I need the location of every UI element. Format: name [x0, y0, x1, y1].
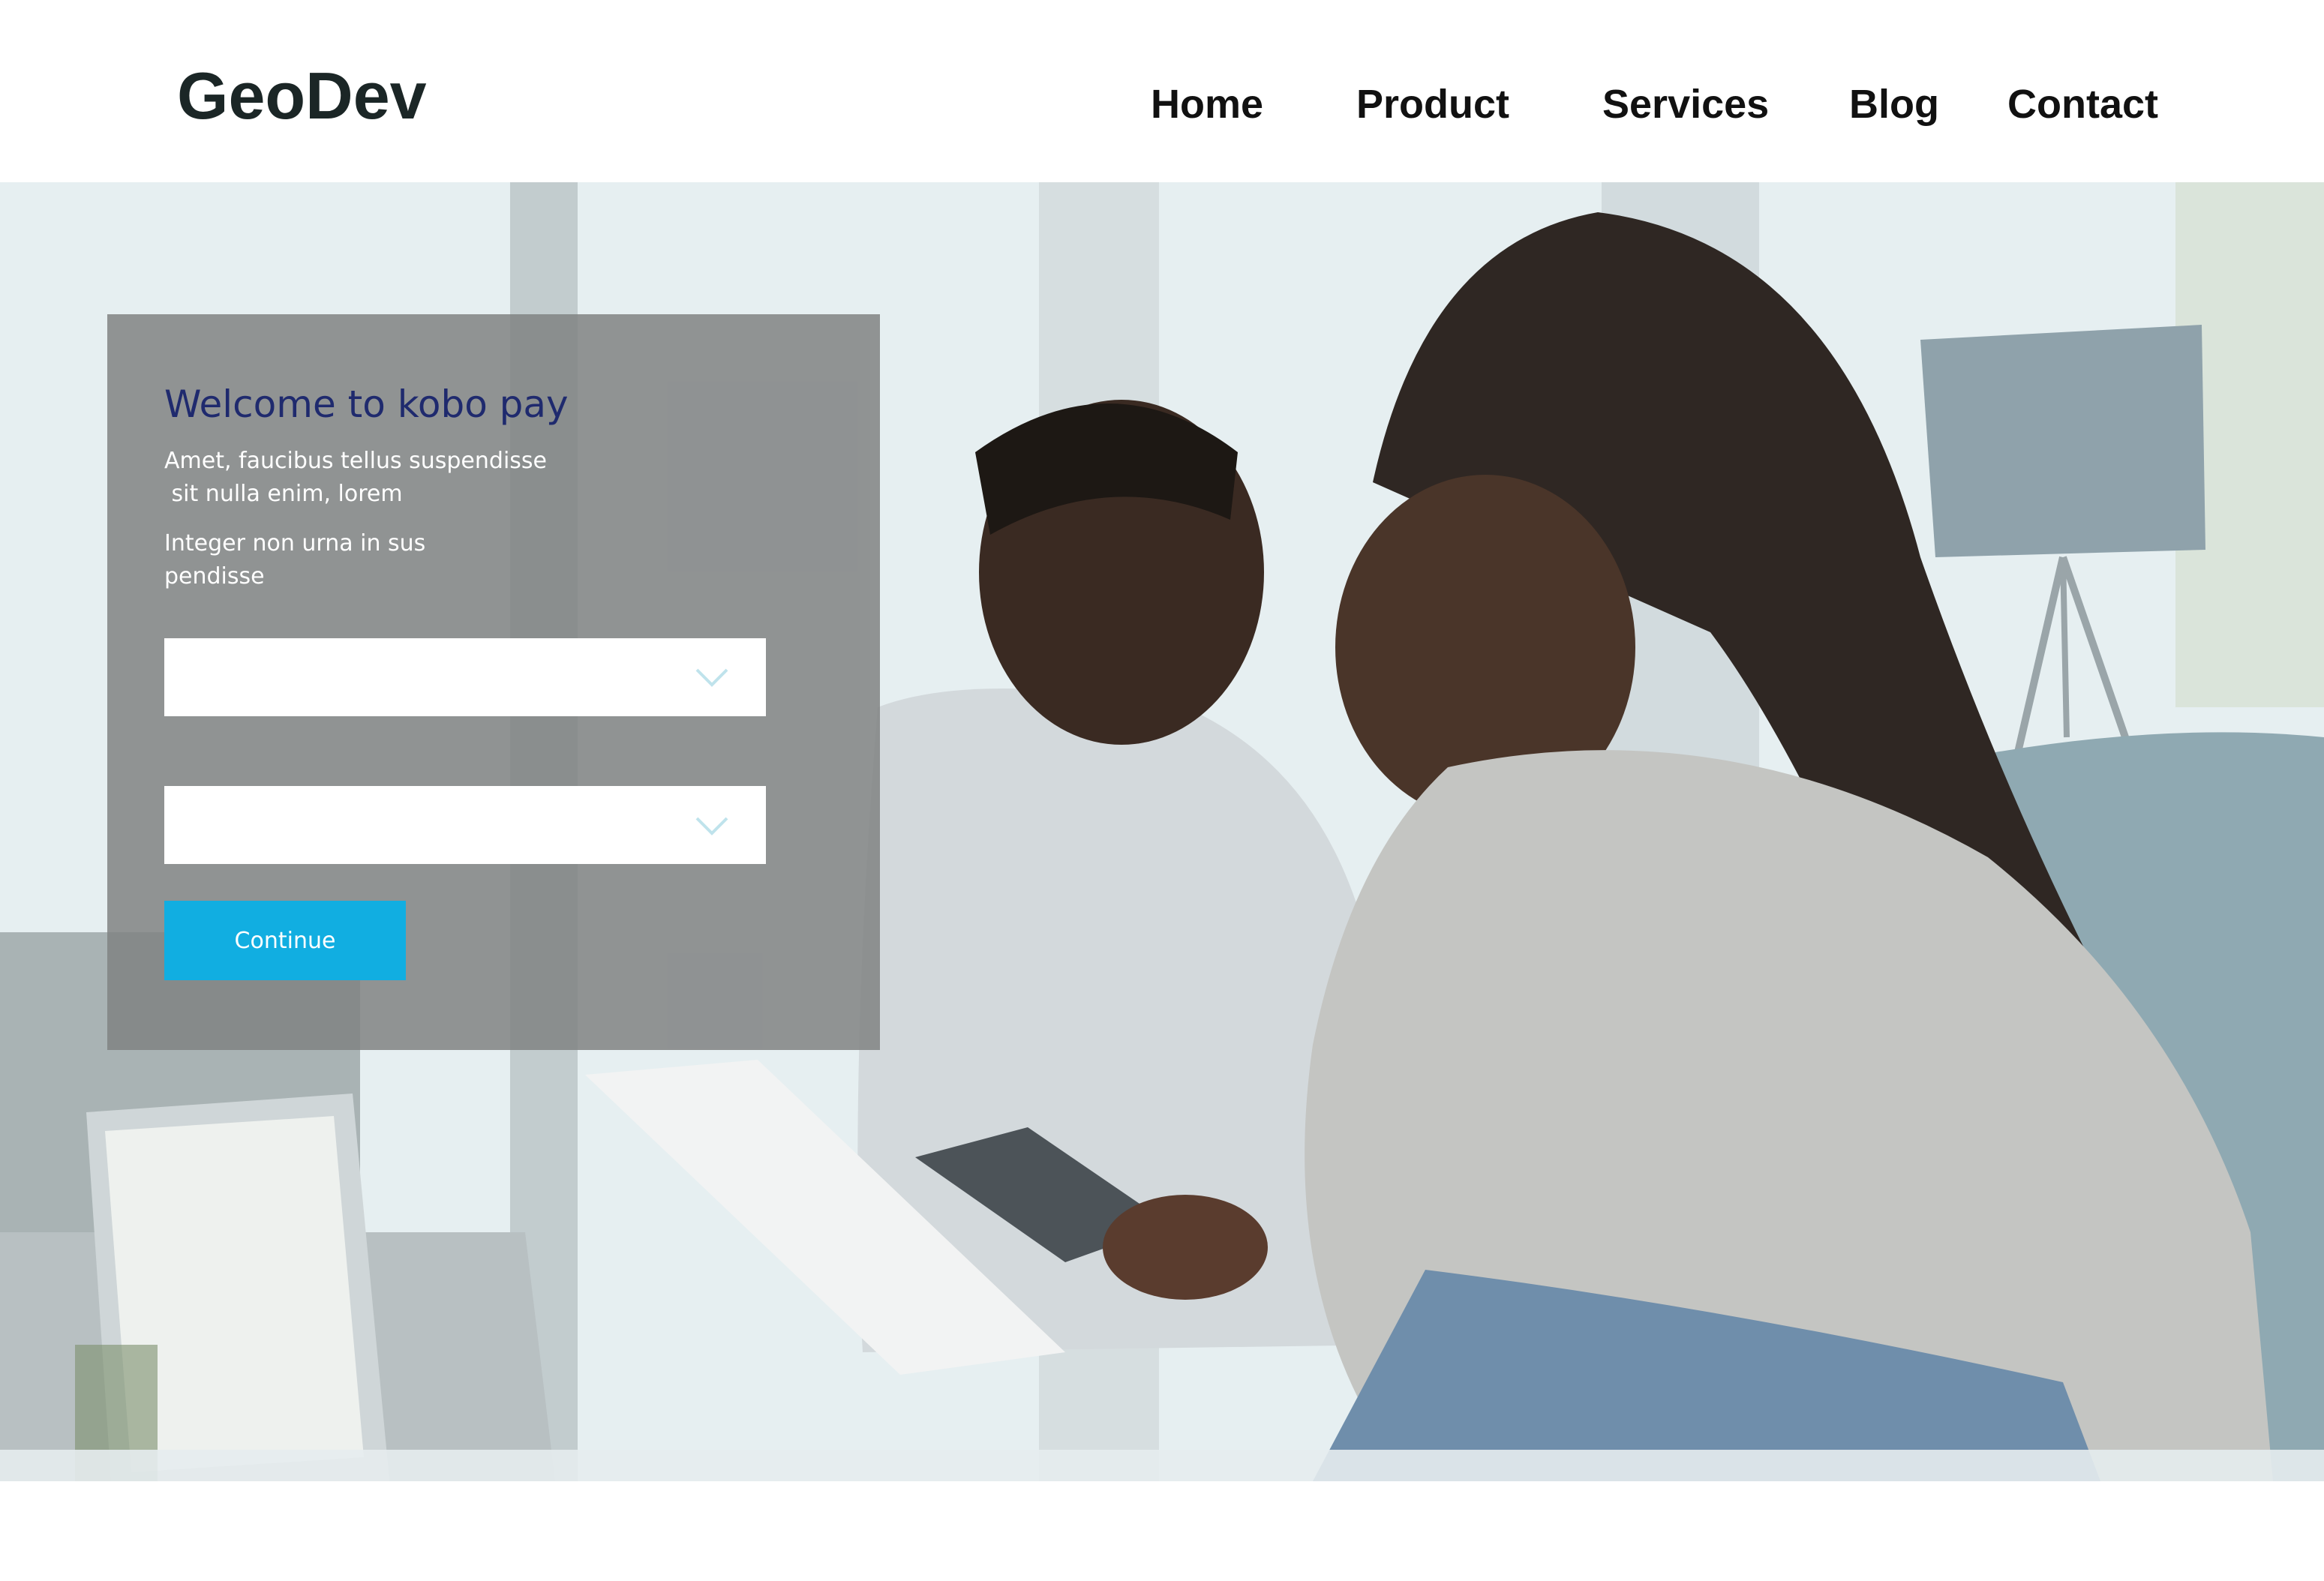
select-field-2[interactable] — [164, 786, 766, 864]
panel-description-line-1: Amet, faucibus tellus suspendisse — [164, 448, 547, 474]
select-field-1[interactable] — [164, 638, 766, 716]
signup-panel: Welcome to kobo pay Amet, faucibus tellu… — [107, 314, 880, 1050]
nav-link-product[interactable]: Product — [1356, 84, 1509, 124]
nav-link-home[interactable]: Home — [1151, 84, 1263, 124]
chevron-down-icon[interactable] — [694, 812, 730, 839]
nav-link-contact[interactable]: Contact — [2007, 84, 2158, 124]
site-logo[interactable]: GeoDev — [177, 63, 427, 129]
panel-title: Welcome to kobo pay — [164, 382, 569, 426]
panel-description-line-2: sit nulla enim, lorem — [164, 481, 403, 507]
nav-link-blog[interactable]: Blog — [1849, 84, 1939, 124]
nav-link-services[interactable]: Services — [1602, 84, 1769, 124]
panel-note-line-1: Integer non urna in sus — [164, 530, 426, 556]
panel-note-line-2: pendisse — [164, 563, 265, 590]
site-header: GeoDev Home Product Services Blog Contac… — [0, 0, 2324, 182]
continue-button[interactable]: Continue — [164, 901, 406, 980]
chevron-down-icon[interactable] — [694, 664, 730, 691]
